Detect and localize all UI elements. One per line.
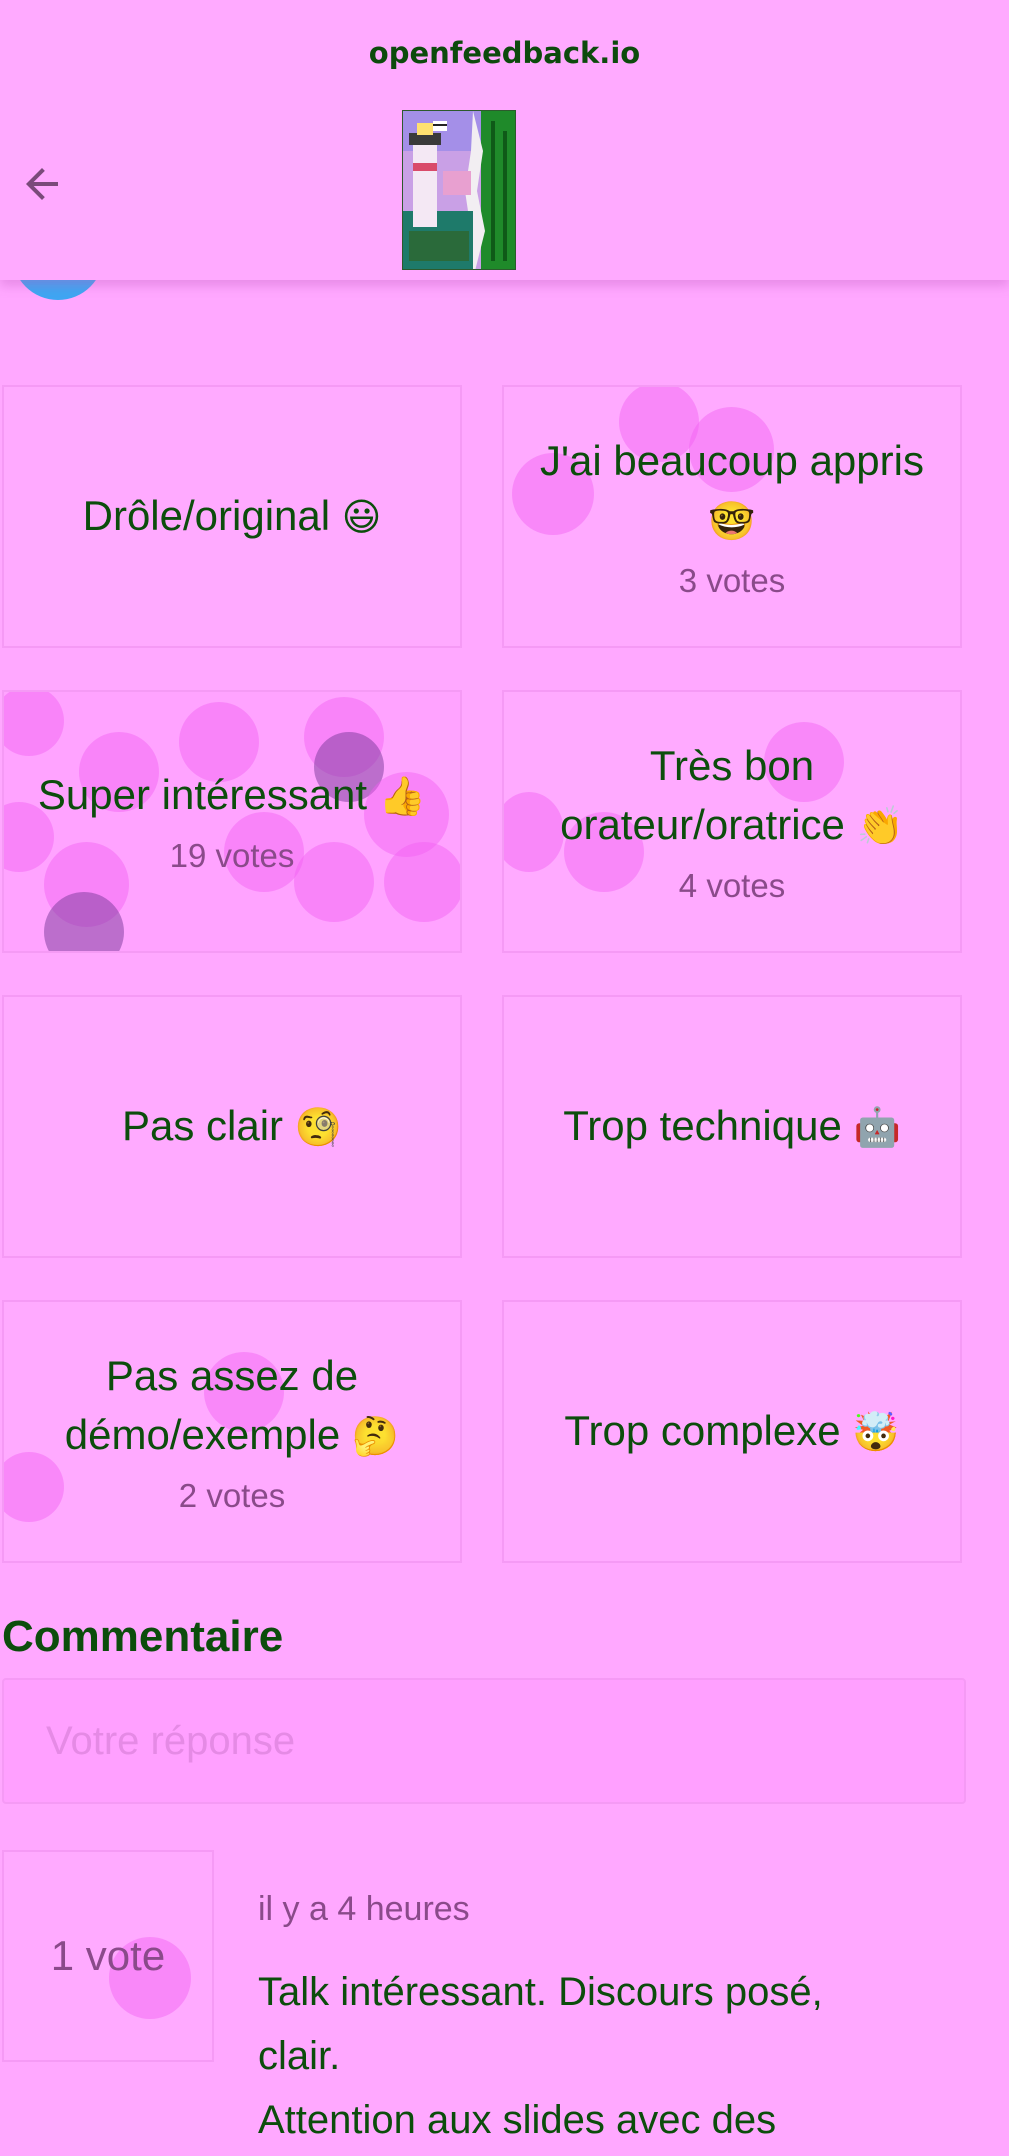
- clapping-hands-icon: 👏: [856, 803, 904, 848]
- reaction-card-beaucoup-appris[interactable]: J'ai beaucoup appris 🤓 3 votes: [502, 385, 962, 648]
- vote-count: 3 votes: [678, 561, 786, 599]
- comment-line: Attention aux slides avec des: [258, 2098, 777, 2142]
- reaction-label: Trop technique: [563, 1102, 842, 1149]
- reaction-card-super-interessant[interactable]: Super intéressant 👍 19 votes: [2, 690, 462, 953]
- grinning-face-icon: 😃: [341, 495, 382, 539]
- reaction-card-tres-bon-orateur[interactable]: Très bon orateur/oratrice 👏 4 votes: [502, 690, 962, 953]
- page: openfeedback.io Drôle/original 😃 J'ai be…: [0, 0, 1009, 2156]
- comment-line: clair.: [258, 2034, 341, 2078]
- vote-count: 4 votes: [678, 866, 786, 904]
- vote-bubble: [4, 692, 64, 756]
- reaction-card-drole-original[interactable]: Drôle/original 😃: [2, 385, 462, 648]
- reaction-label: Pas assez de démo/exemple: [64, 1351, 359, 1458]
- robot-icon: 🤖: [853, 1105, 901, 1149]
- site-url: openfeedback.io: [368, 36, 641, 70]
- reaction-label: Pas clair: [121, 1102, 284, 1149]
- vote-bubble: [294, 842, 374, 922]
- back-button[interactable]: [14, 156, 70, 212]
- lighthouse-logo-image: [403, 111, 515, 269]
- app-header: openfeedback.io: [0, 0, 1009, 280]
- comment-vote-button[interactable]: 1 vote: [2, 1850, 214, 2062]
- comment-timestamp: il y a 4 heures: [258, 1890, 470, 1928]
- event-logo: [402, 110, 516, 270]
- exploding-head-icon: 🤯: [852, 1410, 900, 1454]
- comment-line: Talk intéressant. Discours posé,: [258, 1970, 823, 2014]
- comment-text: Talk intéressant. Discours posé, clair. …: [258, 1960, 958, 2152]
- thinking-face-icon: 🤔: [351, 1413, 400, 1458]
- reaction-label: Trop complexe: [564, 1407, 841, 1454]
- reaction-card-trop-complexe[interactable]: Trop complexe 🤯: [502, 1300, 962, 1563]
- reaction-card-pas-assez-de-demo[interactable]: Pas assez de démo/exemple 🤔 2 votes: [2, 1300, 462, 1563]
- vote-count: 2 votes: [178, 1476, 286, 1514]
- comment-vote-count: 1 vote: [50, 1932, 166, 1979]
- nerd-face-icon: 🤓: [708, 498, 756, 543]
- reaction-label: Drôle/original: [82, 492, 331, 539]
- vote-count: 19 votes: [169, 837, 295, 874]
- reaction-label: J'ai beaucoup appris: [540, 436, 924, 484]
- reaction-card-trop-technique[interactable]: Trop technique 🤖: [502, 995, 962, 1258]
- comment-input[interactable]: [2, 1678, 966, 1804]
- reaction-card-pas-clair[interactable]: Pas clair 🧐: [2, 995, 462, 1258]
- arrow-left-icon: [26, 168, 58, 200]
- comment-section-title: Commentaire: [2, 1612, 284, 1661]
- reaction-label: Super intéressant: [37, 771, 368, 818]
- reaction-label: Très bon orateur/oratrice: [560, 741, 845, 848]
- thumbs-up-icon: 👍: [378, 774, 427, 818]
- vote-bubble: [384, 842, 460, 922]
- face-with-monocle-icon: 🧐: [294, 1105, 343, 1149]
